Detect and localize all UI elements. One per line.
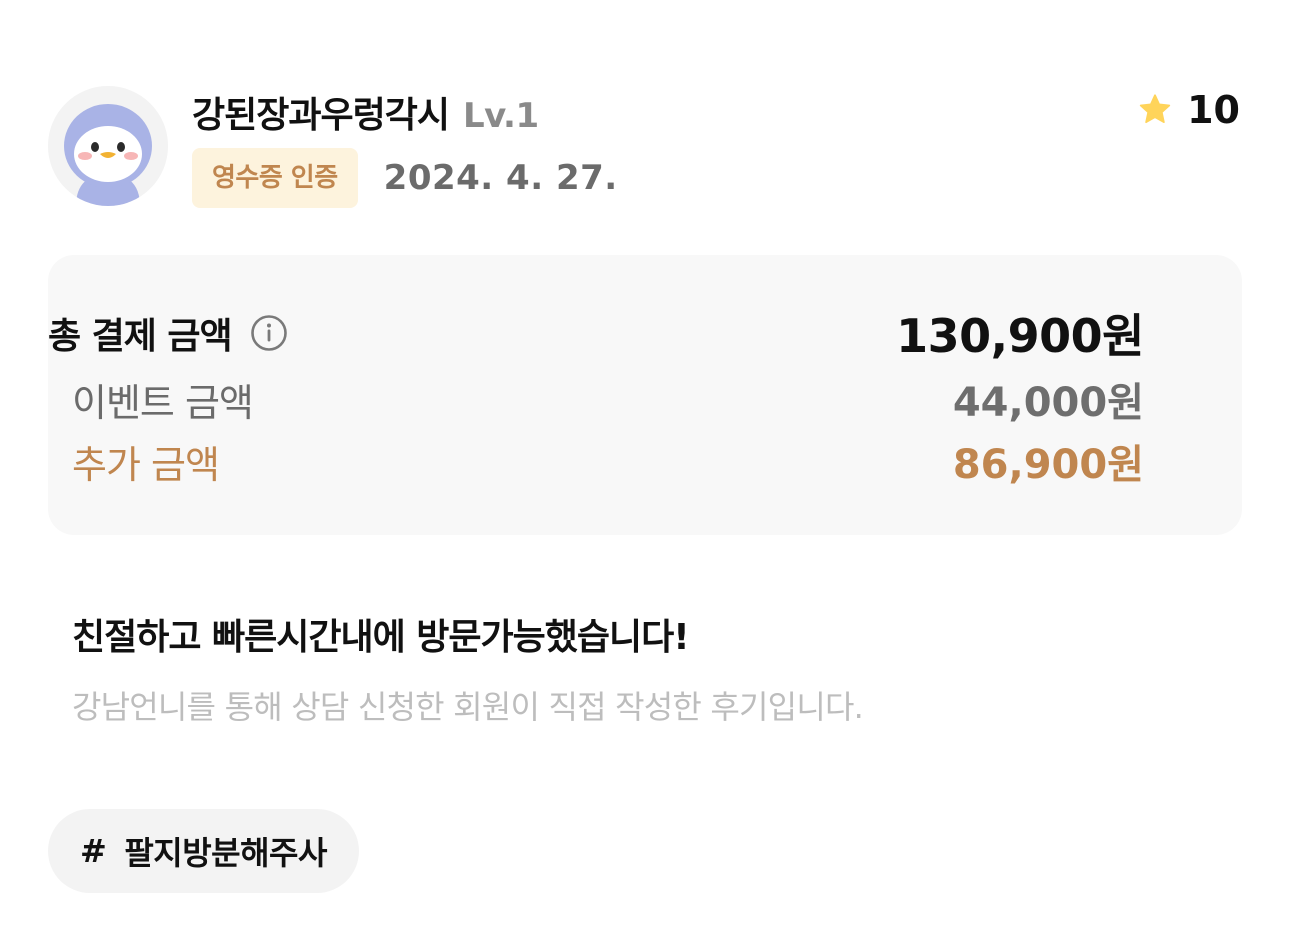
hash-icon: # — [80, 832, 107, 870]
meta-line: 영수증 인증 2024. 4. 27. — [192, 148, 618, 208]
extra-price-label: 추가 금액 — [72, 442, 220, 487]
extra-price-row: 추가 금액 86,900원 — [0, 434, 1194, 488]
review-date: 2024. 4. 27. — [383, 158, 618, 198]
star-icon — [1139, 94, 1171, 124]
event-price-row: 이벤트 금액 44,000원 — [0, 372, 1194, 426]
user-info: 강된장과우렁각시 Lv.1 영수증 인증 2024. 4. 27. — [192, 86, 618, 208]
extra-price-value: 86,900원 — [952, 442, 1144, 488]
user-nickname[interactable]: 강된장과우렁각시 — [192, 86, 450, 138]
hashtag-chip[interactable]: # 팔지방분해주사 — [48, 809, 359, 893]
event-price-label: 이벤트 금액 — [72, 380, 254, 425]
total-payment-label-group: 총 결제 금액 — [48, 307, 288, 359]
event-price-value: 44,000원 — [952, 380, 1144, 426]
review-title: 친절하고 빠른시간내에 방문가능했습니다! — [72, 617, 690, 658]
user-avatar[interactable] — [48, 86, 168, 206]
total-payment-row: 총 결제 금액 130,900원 — [0, 306, 1194, 363]
penguin-avatar-icon — [48, 86, 168, 206]
name-line: 강된장과우렁각시 Lv.1 — [192, 86, 618, 136]
hashtag-label: 팔지방분해주사 — [124, 834, 327, 872]
review-verification-note: 강남언니를 통해 상담 신청한 회원이 직접 작성한 후기입니다. — [72, 688, 864, 726]
review-header: 강된장과우렁각시 Lv.1 영수증 인증 2024. 4. 27. 10 — [48, 86, 1242, 208]
total-payment-label: 총 결제 금액 — [48, 316, 233, 357]
info-icon[interactable] — [250, 314, 288, 352]
user-level: Lv.1 — [462, 96, 539, 136]
total-payment-value: 130,900원 — [896, 309, 1144, 363]
rating: 10 — [1137, 88, 1240, 132]
receipt-verified-badge: 영수증 인증 — [192, 148, 358, 208]
rating-value: 10 — [1187, 88, 1240, 132]
